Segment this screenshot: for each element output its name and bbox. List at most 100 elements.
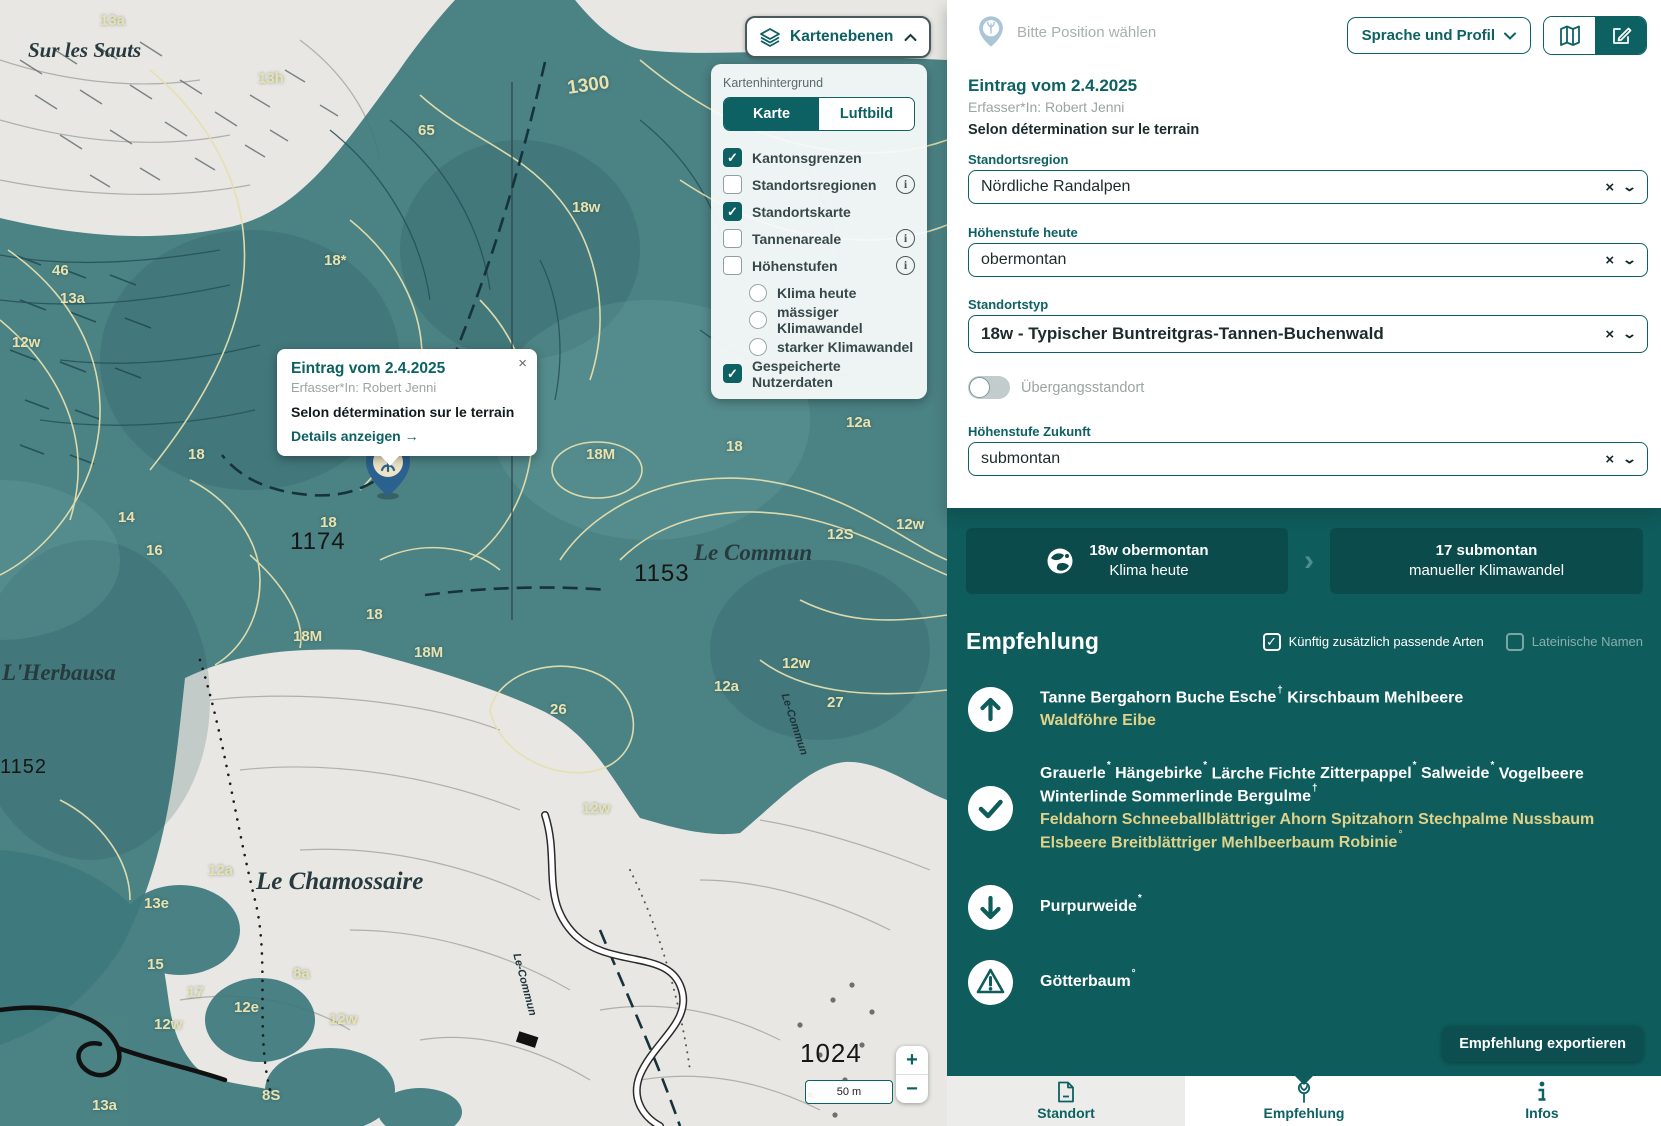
species-name: Waldföhre [1040,712,1118,729]
layers-panel: Kartenhintergrund Karte Luftbild ✓Kanton… [711,64,927,399]
layer-label: starker Klimawandel [777,339,915,355]
species-name: Vogelbeere [1499,765,1584,782]
info-icon[interactable]: i [896,256,915,275]
checkbox-unchecked-icon [723,229,742,248]
recommendation-row: Götterbaum° [968,960,1643,1005]
tab-standort[interactable]: Standort [947,1076,1185,1126]
recommendation-row: Purpurweide* [968,885,1643,930]
language-profile-button[interactable]: Sprache und Profil [1347,17,1531,54]
scenario-future-card[interactable]: 17 submontan manueller Klimawandel [1330,528,1643,594]
info-icon[interactable]: i [896,175,915,194]
latin-names-checkbox[interactable]: Lateinische Namen [1506,633,1643,651]
aerial-background-option[interactable]: Luftbild [819,98,914,130]
scenario-future-line1: 17 submontan [1436,542,1538,559]
background-caption: Kartenhintergrund [723,76,915,90]
species-name: Bergulme† [1237,788,1317,805]
zoom-in-button[interactable]: + [896,1046,928,1074]
layer-checkbox-kantonsgrenzen[interactable]: ✓Kantonsgrenzen [723,144,915,171]
hoehenstufe-heute-select[interactable]: obermontan × ⌄ [968,243,1648,277]
clear-icon[interactable]: × [1605,252,1614,269]
globe-icon [1045,546,1075,576]
uebergangsstandort-toggle[interactable] [968,376,1010,399]
checkbox-checked-icon: ✓ [723,202,742,221]
checkbox-checked-icon: ✓ [723,364,742,383]
zoom-out-button[interactable]: − [896,1074,928,1103]
species-name: Nussbaum [1512,811,1594,828]
position-pin-icon [977,14,1005,50]
latin-names-label: Lateinische Namen [1532,634,1643,649]
close-icon[interactable]: × [518,356,527,371]
chevron-down-icon[interactable]: ⌄ [1622,326,1637,342]
edit-icon [1610,25,1632,47]
species-list: Purpurweide* [1040,896,1142,919]
chevron-down-icon[interactable]: ⌄ [1622,252,1637,268]
treeapp-window: 13a13h13006518w18*4613a12w12a1818M181416… [0,0,1661,1126]
tab-standort-label: Standort [1037,1105,1095,1121]
map-view-button[interactable] [1544,17,1595,54]
popup-title: Eintrag vom 2.4.2025 [291,360,523,378]
species-name: Purpurweide* [1040,898,1142,915]
clear-icon[interactable]: × [1605,326,1614,343]
layer-label: Kantonsgrenzen [752,150,915,166]
chevron-down-icon[interactable]: ⌄ [1622,179,1637,195]
info-icon[interactable]: i [896,229,915,248]
standortsregion-select[interactable]: Nördliche Randalpen × ⌄ [968,170,1648,204]
species-name: Spitzahorn [1331,811,1414,828]
species-name: Eibe [1122,712,1156,729]
recommendation-title: Empfehlung [966,628,1263,655]
clear-icon[interactable]: × [1605,451,1614,468]
popup-body: Selon détermination sur le terrain [291,404,523,420]
layer-checkbox-standortsregionen[interactable]: Standortsregioneni [723,171,915,198]
checkbox-unchecked-icon [723,175,742,194]
radio-icon [749,284,767,302]
chevron-down-icon[interactable]: ⌄ [1622,451,1637,467]
entry-author: Erfasser*In: Robert Jenni [968,99,1124,115]
clear-icon[interactable]: × [1605,179,1614,196]
species-current: Grauerle* Hängebirke* Lärche Fichte Zitt… [1040,763,1643,809]
scenario-current-line1: 18w obermontan [1089,542,1208,559]
details-link[interactable]: Details anzeigen → [291,428,523,444]
uebergangsstandort-row: Übergangsstandort [968,376,1144,399]
position-hint: Bitte Position wählen [1017,24,1156,41]
profile-button-label: Sprache und Profil [1362,27,1495,44]
hoehenstufe-zukunft-select[interactable]: submontan × ⌄ [968,442,1648,476]
species-name: Elsbeere [1040,834,1107,851]
export-recommendation-button[interactable]: Empfehlung exportieren [1442,1026,1643,1062]
radio-starker-klimawandel[interactable]: starker Klimawandel [723,333,915,360]
tab-infos-label: Infos [1525,1105,1558,1121]
export-row: Empfehlung exportieren [966,1026,1643,1062]
tab-infos[interactable]: Infos [1423,1076,1661,1126]
radio-m-ssiger-klimawandel[interactable]: mässiger Klimawandel [723,306,915,333]
species-name: Breitblättriger Mehlbeerbaum [1111,834,1334,851]
standortstyp-select[interactable]: 18w - Typischer Buntreitgras-Tannen-Buch… [968,315,1648,353]
radio-klima-heute[interactable]: Klima heute [723,279,915,306]
arrow-up-circle-icon [968,687,1013,732]
scenario-current-card[interactable]: 18w obermontan Klima heute [966,528,1288,594]
species-name: Lärche [1212,765,1264,782]
layer-label: Gespeicherte Nutzerdaten [752,358,915,390]
layer-checkbox-gespeicherte-nutzerdaten[interactable]: ✓ Gespeicherte Nutzerdaten [723,360,915,387]
background-segmented-control: Karte Luftbild [723,97,915,131]
layer-label: Standortskarte [752,204,915,220]
species-name: Mehlbeere [1384,689,1463,706]
species-list: Grauerle* Hängebirke* Lärche Fichte Zitt… [1040,763,1643,855]
layer-checkbox-h-henstufen[interactable]: Höhenstufeni [723,252,915,279]
map-background-option[interactable]: Karte [724,98,819,130]
check-circle-icon [968,786,1013,831]
alert-circle-icon [968,960,1013,1005]
species-list: Tanne Bergahorn Buche Esche† Kirschbaum … [1040,687,1463,733]
popup-author: Erfasser*In: Robert Jenni [291,380,523,395]
layer-checkbox-standortskarte[interactable]: ✓ Standortskarte [723,198,915,225]
species-name: Tanne [1040,689,1086,706]
layer-checkbox-tannenareale[interactable]: Tannenarealei [723,225,915,252]
map-entry-popup: × Eintrag vom 2.4.2025 Erfasser*In: Robe… [277,349,537,456]
edit-entry-button[interactable] [1595,17,1646,54]
species-name: Hängebirke* [1115,765,1207,782]
layers-icon [759,26,781,48]
species-name: Winterlinde [1040,788,1127,805]
species-name: Stechpalme [1418,811,1508,828]
species-list: Götterbaum° [1040,971,1136,994]
future-species-checkbox[interactable]: ✓ Künftig zusätzlich passende Arten [1263,633,1484,651]
layers-button[interactable]: Kartenebenen [745,16,931,58]
recommendation-rows: Tanne Bergahorn Buche Esche† Kirschbaum … [966,687,1643,1005]
